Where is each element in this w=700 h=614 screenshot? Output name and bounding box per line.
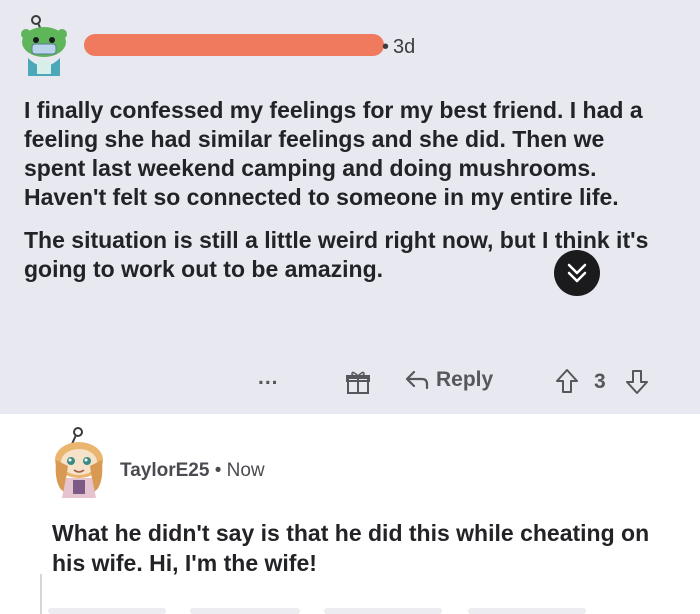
reply-button[interactable]: Reply [404, 368, 493, 392]
comment-actions: ... Reply 3 [0, 362, 700, 406]
meta-separator: • [382, 36, 390, 58]
user-avatar-icon[interactable] [48, 426, 110, 500]
gift-icon[interactable] [344, 368, 372, 396]
username[interactable]: TaylorE25 [120, 460, 209, 481]
post-age: 3d [393, 36, 416, 58]
redacted-username [84, 34, 384, 56]
meta-separator: • [214, 460, 222, 481]
reply-body: What he didn't say is that he did this w… [52, 520, 650, 576]
post-meta: • 3d [382, 36, 415, 59]
downvote-arrow-icon[interactable] [624, 368, 650, 396]
reply-meta: TaylorE25 • Now [120, 460, 265, 482]
vote-score: 3 [594, 370, 606, 393]
parent-comment: • 3d I finally confessed my feelings for … [0, 0, 700, 414]
reply-age: Now [226, 460, 265, 481]
reply-label: Reply [436, 368, 494, 391]
bottom-toolbar-edge [0, 604, 700, 614]
comment-paragraph: I finally confessed my feelings for my b… [24, 97, 643, 210]
chevron-double-down-icon[interactable] [554, 250, 600, 296]
upvote-arrow-icon[interactable] [554, 367, 580, 395]
more-options-button[interactable]: ... [258, 366, 279, 390]
reply-arrow-icon [405, 370, 429, 390]
snoo-avatar-icon[interactable] [16, 14, 72, 80]
